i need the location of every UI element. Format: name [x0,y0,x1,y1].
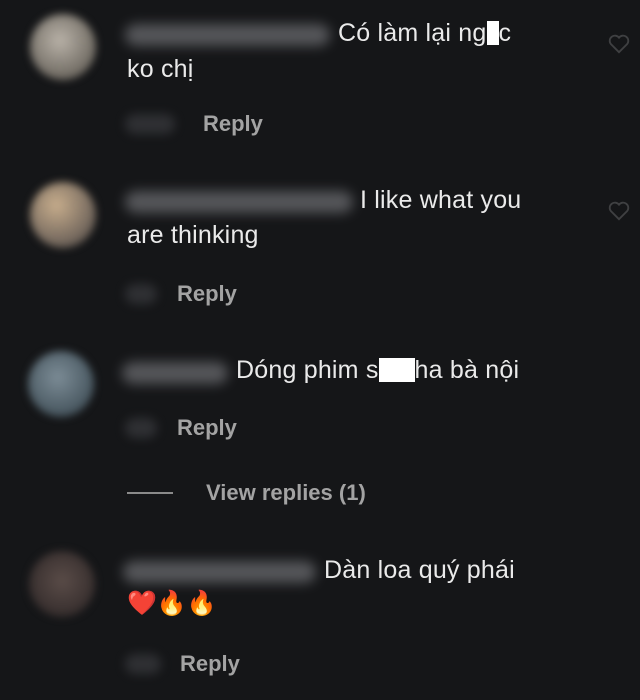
redaction-box [378,358,415,382]
username-blurred[interactable] [125,24,330,46]
reply-button[interactable]: Reply [203,111,263,137]
reply-button[interactable]: Reply [177,281,237,307]
view-replies-button[interactable]: View replies (1) [206,480,366,506]
reply-button[interactable]: Reply [180,651,240,677]
username-blurred[interactable] [122,362,228,384]
timestamp-blurred [125,114,175,134]
comment-text-part: c [498,19,512,47]
replies-divider [127,492,173,494]
avatar[interactable] [28,351,94,417]
redaction-box [486,21,499,45]
timestamp-blurred [125,654,161,674]
comment-text-line2: are thinking [127,221,259,249]
timestamp-blurred [125,284,157,304]
comment-text-part: Dóng phim s [236,356,379,384]
emoji-line: ❤️🔥🔥 [127,590,217,617]
heart-like-icon[interactable] [608,34,630,54]
heart-like-icon[interactable] [608,201,630,221]
avatar[interactable] [30,14,96,80]
avatar[interactable] [30,182,96,248]
avatar[interactable] [29,551,95,617]
comment-text-line1: Dàn loa quý phái [324,556,515,584]
comment-text: Có làm lại ng c [338,16,511,50]
username-blurred[interactable] [123,561,316,583]
username-blurred[interactable] [125,191,353,213]
comment-text-line1: I like what you [360,186,522,214]
comment-text: Dóng phim s ha bà nội [236,353,519,387]
comment-text-line2: ko chị [127,55,194,83]
comment-text-part: ha bà nội [414,356,520,384]
timestamp-blurred [125,418,157,438]
reply-button[interactable]: Reply [177,415,237,441]
comment-text-part: Có làm lại ng [338,19,487,47]
